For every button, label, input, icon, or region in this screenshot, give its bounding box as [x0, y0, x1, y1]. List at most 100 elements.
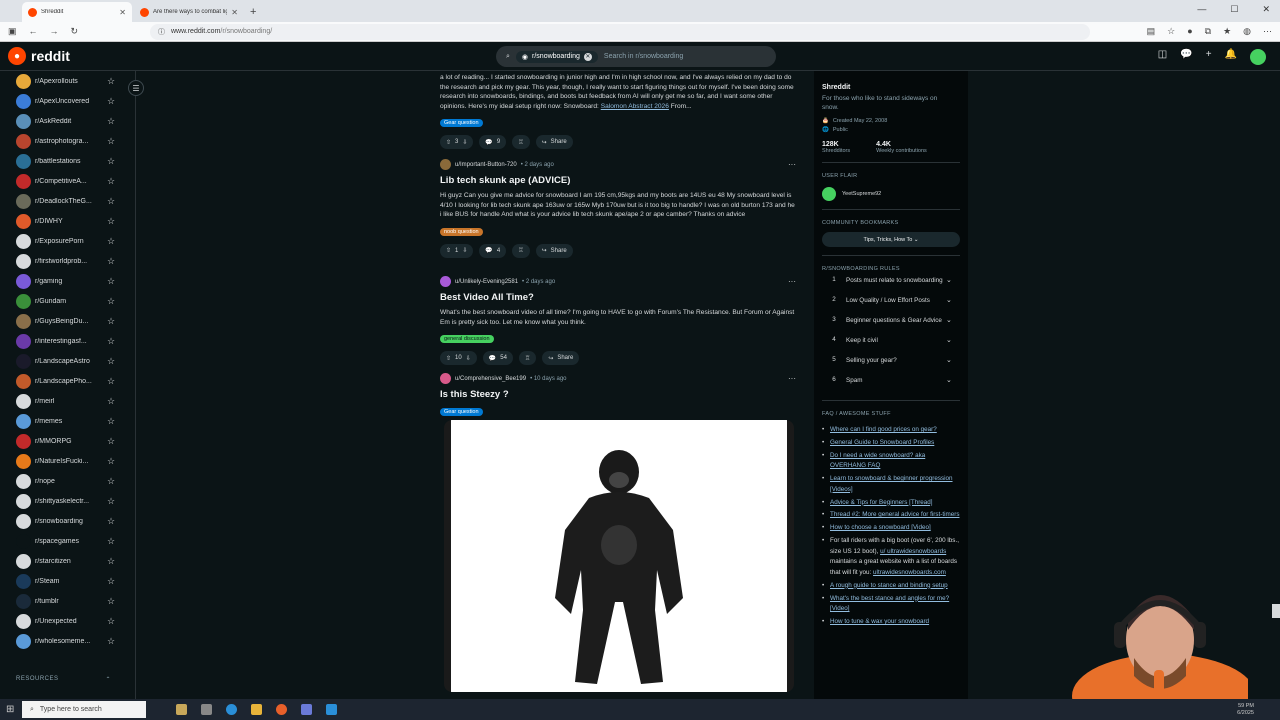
create-post-icon[interactable]: + — [1206, 49, 1212, 65]
favorite-star-icon[interactable]: ☆ — [107, 216, 115, 227]
author-avatar[interactable] — [440, 276, 451, 287]
author-avatar[interactable] — [440, 373, 451, 384]
maximize-icon[interactable]: ☐ — [1230, 4, 1238, 15]
comments-button[interactable]: 💬 4 — [479, 243, 507, 258]
sidebar-community-item[interactable]: r/Unexpected ☆ — [0, 611, 135, 631]
extension-icon[interactable]: ● — [1187, 26, 1192, 37]
faq-link[interactable]: A rough guide to stance and binding setu… — [830, 582, 948, 589]
vote-control[interactable]: ⇧ 3 ⇩ — [440, 135, 474, 150]
file-explorer-icon[interactable] — [251, 704, 262, 715]
close-window-icon[interactable]: ✕ — [1262, 4, 1270, 15]
favorite-star-icon[interactable]: ☆ — [107, 316, 115, 327]
award-button[interactable]: ♖ — [512, 243, 530, 258]
favorite-star-icon[interactable]: ☆ — [107, 236, 115, 247]
upvote-icon[interactable]: ⇧ — [446, 247, 451, 254]
favorite-star-icon[interactable]: ☆ — [107, 576, 115, 587]
favorite-star-icon[interactable]: ☆ — [107, 596, 115, 607]
post-author[interactable]: u/Unlikely-Evening2581 — [455, 279, 518, 285]
faq-link[interactable]: u/ ultrawidesnowboards — [880, 548, 946, 555]
favorite-star-icon[interactable]: ☆ — [1167, 26, 1175, 37]
back-icon[interactable]: ← — [29, 26, 38, 37]
search-input[interactable]: Search in r/snowboarding — [604, 53, 683, 60]
sidebar-community-item[interactable]: r/Steam ☆ — [0, 571, 135, 591]
app-icon[interactable] — [326, 704, 337, 715]
post-title[interactable]: Best Video All Time? — [440, 292, 796, 303]
chat-icon[interactable]: 💬 — [1180, 49, 1192, 65]
sidebar-community-item[interactable]: r/astrophotogra... ☆ — [0, 131, 135, 151]
collapse-sidebar-button[interactable]: ☰ — [128, 80, 144, 96]
post-title[interactable]: Lib tech skunk ape (ADVICE) — [440, 175, 796, 186]
upvote-icon[interactable]: ⇧ — [446, 139, 451, 146]
favorite-star-icon[interactable]: ☆ — [107, 496, 115, 507]
favorite-star-icon[interactable]: ☆ — [107, 336, 115, 347]
faq-link[interactable]: How to choose a snowboard [Video] — [830, 524, 931, 531]
advertise-icon[interactable]: ◫ — [1158, 49, 1167, 65]
favorite-star-icon[interactable]: ☆ — [107, 456, 115, 467]
rule-item[interactable]: 5 Selling your gear? ⌄ — [822, 352, 968, 372]
post-image[interactable] — [444, 420, 794, 692]
browser-tab-shreddit[interactable]: Shreddit ✕ — [22, 2, 132, 22]
reddit-logo[interactable]: ● reddit — [0, 47, 70, 65]
sidebar-community-item[interactable]: r/Gundam ☆ — [0, 291, 135, 311]
sidebar-community-item[interactable]: r/tumblr ☆ — [0, 591, 135, 611]
sidebar-community-item[interactable]: r/GuysBeingDu... ☆ — [0, 311, 135, 331]
post-card[interactable]: a lot of reading... I started snowboardi… — [440, 73, 796, 150]
post-card[interactable]: u/Comprehensive_Bee199 • 10 days ago ···… — [440, 373, 796, 418]
extensions-icon[interactable]: ⧉ — [1205, 26, 1211, 37]
favorite-star-icon[interactable]: ☆ — [107, 256, 115, 267]
sidebar-community-item[interactable]: r/snowboarding ☆ — [0, 511, 135, 531]
post-options-icon[interactable]: ··· — [788, 160, 796, 169]
post-card[interactable]: u/Unlikely-Evening2581 • 2 days ago ··· … — [440, 276, 796, 366]
resources-section-header[interactable]: RESOURCES ⌃ — [16, 676, 111, 683]
post-author[interactable]: u/Comprehensive_Bee199 — [455, 376, 526, 382]
sidebar-community-item[interactable]: r/wholesomeme... ☆ — [0, 631, 135, 651]
sidebar-community-item[interactable]: r/firstworldprob... ☆ — [0, 251, 135, 271]
vote-control[interactable]: ⇧ 10 ⇩ — [440, 351, 477, 366]
faq-link[interactable]: Learn to snowboard & beginner progressio… — [830, 475, 953, 493]
post-author[interactable]: u/Important-Button-720 — [455, 162, 517, 168]
sidebar-community-item[interactable]: r/DIWHY ☆ — [0, 211, 135, 231]
task-view-icon[interactable] — [201, 704, 212, 715]
favorite-star-icon[interactable]: ☆ — [107, 276, 115, 287]
taskbar-clock[interactable]: 59 PM 6/2025 — [1237, 703, 1254, 717]
sidebar-community-item[interactable]: r/interestingasf... ☆ — [0, 331, 135, 351]
favorite-star-icon[interactable]: ☆ — [107, 556, 115, 567]
post-flair[interactable]: general discussion — [440, 335, 494, 344]
sidebar-community-item[interactable]: r/DeadlockTheG... ☆ — [0, 191, 135, 211]
profile-icon[interactable]: ◍ — [1243, 26, 1251, 37]
user-avatar[interactable] — [1250, 49, 1266, 65]
browser-tab-combat-light[interactable]: Are there ways to combat light ✕ — [134, 2, 244, 22]
url-field[interactable]: ⓘ www.reddit.com/r/snowboarding/ — [150, 23, 1090, 40]
award-button[interactable]: ♖ — [512, 135, 530, 150]
user-flair[interactable]: YeetSupreme92 — [822, 187, 968, 201]
post-flair[interactable]: Gear question — [440, 119, 483, 128]
upvote-icon[interactable]: ⇧ — [446, 355, 451, 362]
post-title[interactable]: Is this Steezy ? — [440, 389, 796, 400]
bookmark-dropdown-button[interactable]: Tips, Tricks, How To ⌄ — [822, 232, 960, 247]
favorite-star-icon[interactable]: ☆ — [107, 136, 115, 147]
favorite-star-icon[interactable]: ☆ — [107, 116, 115, 127]
sidebar-community-item[interactable]: r/nope ☆ — [0, 471, 135, 491]
favorite-star-icon[interactable]: ☆ — [107, 376, 115, 387]
post-options-icon[interactable]: ··· — [788, 374, 796, 383]
sidebar-community-item[interactable]: r/NatureIsFucki... ☆ — [0, 451, 135, 471]
site-info-icon[interactable]: ⓘ — [158, 27, 165, 37]
close-tab-icon[interactable]: ✕ — [231, 8, 238, 17]
favorite-star-icon[interactable]: ☆ — [107, 536, 115, 547]
faq-link[interactable]: ultrawidesnowboards.com — [873, 569, 946, 576]
vote-control[interactable]: ⇧ 1 ⇩ — [440, 243, 474, 258]
search-bar[interactable]: ⌕ ◉ r/snowboarding ✕ Search in r/snowboa… — [496, 46, 776, 67]
favorite-star-icon[interactable]: ☆ — [107, 436, 115, 447]
sidebar-community-item[interactable]: r/gaming ☆ — [0, 271, 135, 291]
share-button[interactable]: ↪ Share — [535, 135, 573, 150]
post-flair[interactable]: noob question — [440, 227, 483, 236]
sidebar-community-item[interactable]: r/shittyaskelectr... ☆ — [0, 491, 135, 511]
post-body-link[interactable]: Salomon Abstract 2026 — [601, 103, 669, 110]
downvote-icon[interactable]: ⇩ — [462, 139, 467, 146]
sidebar-community-item[interactable]: r/MMORPG ☆ — [0, 431, 135, 451]
favorite-star-icon[interactable]: ☆ — [107, 176, 115, 187]
clear-chip-icon[interactable]: ✕ — [583, 52, 592, 61]
rule-item[interactable]: 6 Spam ⌄ — [822, 372, 968, 392]
faq-link[interactable]: Where can I find good prices on gear? — [830, 426, 937, 433]
faq-link[interactable]: Do I need a wide snowboard? aka OVERHANG… — [830, 452, 925, 470]
